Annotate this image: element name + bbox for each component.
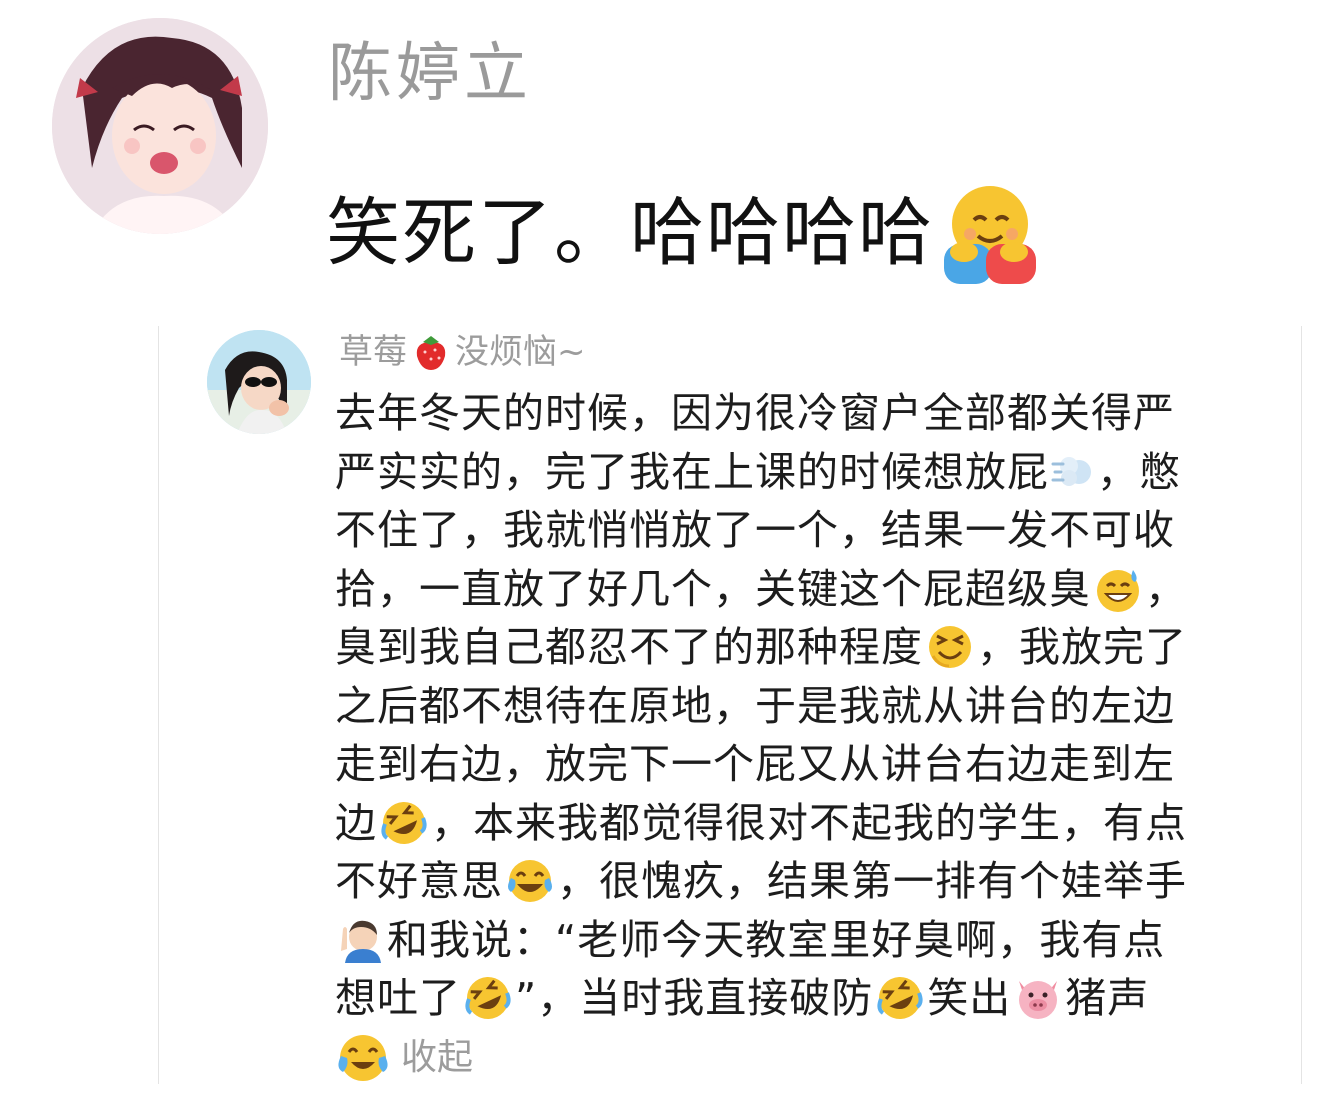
quoted-avatar[interactable] xyxy=(207,330,311,434)
body-line: 想吐了 ”，当时我直接破防 笑出 猪声 xyxy=(335,969,1255,1028)
body-line: 之后都不想待在原地，于是我就从讲台的左边 xyxy=(335,681,1175,730)
quoted-comment-body: 去年冬天的时候，因为很冷窗户全部都关得严 严实实的，完了我在上课的时候想放屁 ，… xyxy=(335,384,1255,1028)
rofl-icon xyxy=(379,798,429,848)
body-line: 臭到我自己都忍不了的那种程度 ，我放完了 xyxy=(335,622,1187,672)
body-line: 拾，一直放了好几个，关键这个屁超级臭 ， xyxy=(335,564,1187,614)
body-line: 去年冬天的时候，因为很冷窗户全部都关得严 xyxy=(335,389,1175,437)
comment-text-content: 笑死了。哈哈哈哈 xyxy=(326,190,934,276)
body-line: 和我说：“老师今天教室里好臭啊，我有点 xyxy=(335,911,1255,970)
sweat-smile-icon xyxy=(1093,564,1143,614)
collapse-button[interactable]: 收起 xyxy=(335,1030,473,1086)
body-line: 走到右边，放完下一个屁又从讲台右边走到左 xyxy=(335,740,1175,788)
tears-of-joy-icon xyxy=(505,856,555,906)
body-line: 严实实的，完了我在上课的时候想放屁 ，憋 xyxy=(335,447,1181,496)
collapse-label: 收起 xyxy=(401,1037,474,1078)
quoted-username[interactable]: 草莓 没烦恼~ xyxy=(339,332,586,372)
commenter-avatar[interactable] xyxy=(52,18,268,234)
raising-hand-icon xyxy=(335,915,385,965)
body-line: 不好意思 ，很愧疚，结果第一排有个娃举手 xyxy=(335,856,1187,906)
hugging-face-icon xyxy=(934,178,1044,288)
comment-text: 笑死了。哈哈哈哈 xyxy=(326,178,1044,288)
rofl-icon xyxy=(463,973,513,1023)
quoted-username-part1: 草莓 xyxy=(339,332,407,372)
commenter-username[interactable]: 陈婷立 xyxy=(328,42,532,106)
quoted-username-part2: 没烦恼~ xyxy=(455,332,586,372)
squint-laugh-icon xyxy=(925,622,975,672)
tearful-joy-icon xyxy=(335,1030,391,1086)
quoted-comment-card: 草莓 没烦恼~ 去年冬天的时候，因为很冷窗户全部都关得严 严实实的，完了我在上课… xyxy=(158,326,1302,1084)
body-line: 不住了，我就悄悄放了一个，结果一发不可收 xyxy=(335,506,1175,554)
pig-icon xyxy=(1013,973,1063,1023)
body-line: 边 ，本来我都觉得很对不起我的学生，有点 xyxy=(335,794,1255,853)
dash-icon xyxy=(1051,450,1095,494)
strawberry-icon xyxy=(411,332,451,372)
rofl-icon xyxy=(875,973,925,1023)
